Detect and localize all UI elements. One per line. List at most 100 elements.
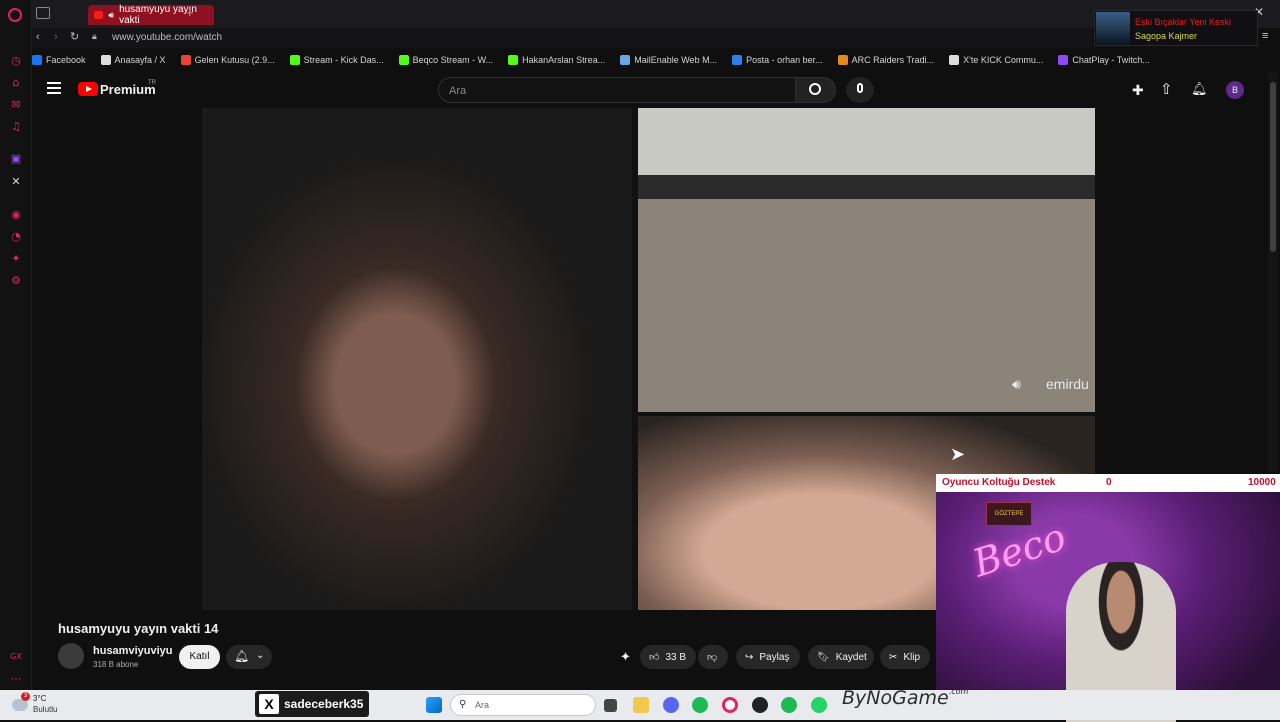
share-label: Paylaş [759,651,790,663]
bookmark-favicon-icon [100,55,111,65]
settings-icon[interactable]: ⚙ [8,272,24,288]
music-icon[interactable]: ♫ [8,118,24,134]
bookmark-item[interactable]: Anasayfa / X [100,55,166,65]
bookmark-label: Facebook [46,55,86,65]
bookmark-item[interactable]: ChatPlay - Twitch... [1058,55,1150,65]
hamburger-menu-icon[interactable] [47,82,61,94]
forward-icon[interactable]: › [54,31,58,43]
bookmark-label: Stream - Kick Das... [303,55,384,65]
thumbs-down-icon: 👎︎ [707,652,718,663]
bookmark-item[interactable]: Stream - Kick Das... [289,55,384,65]
bookmark-label: Gelen Kutusu (2.9... [194,55,275,65]
channel-name[interactable]: husamviyuviyu [93,645,172,657]
bookmark-favicon-icon [398,55,409,65]
stream-social-tag: X sadeceberk35 [255,691,369,717]
tab-title: husamyuyu yayın vakti [119,4,197,26]
opera-logo-icon[interactable] [8,8,22,22]
goztepe-sign: GÖZTEPE [986,502,1032,526]
search-input[interactable]: Ara [438,77,796,103]
search-icon [809,83,821,95]
join-button[interactable]: Katıl [179,645,220,669]
shopping-icon[interactable]: ⌂ [8,74,24,90]
taskbar-search-input[interactable]: ⚲ Ara [450,694,596,716]
now-playing-widget[interactable]: Eski Bıçaklar Yeni Keski Sagopa Kajmer [1094,10,1258,46]
bookmark-item[interactable]: Posta - orhan ber... [732,55,823,65]
spotify-alt-icon[interactable] [781,697,797,713]
save-button[interactable]: 🔖︎ Kaydet [808,645,874,669]
chevron-down-icon: ⌄ [256,650,265,661]
dislike-button[interactable]: 👎︎ [698,645,728,669]
subscription-bell-button[interactable]: 🔔︎ ⌄ [226,645,272,669]
tab-menu-icon[interactable] [36,7,50,19]
extensions-icon[interactable]: ✦ [8,250,24,266]
bookmark-item[interactable]: MailEnable Web M... [620,55,717,65]
like-button[interactable]: 👍︎ 33 B [640,645,696,669]
account-avatar[interactable]: B [1226,81,1244,99]
bookmark-item[interactable]: ARC Raiders Tradi... [837,55,934,65]
weather-temperature[interactable]: 3°C [33,694,46,703]
bookmark-item[interactable]: Facebook [32,55,86,65]
clip-button[interactable]: ✂ Klip [880,645,930,669]
weather-description[interactable]: Bulutlu [33,705,57,714]
video-frame-streamer [202,108,632,610]
channel-avatar[interactable] [58,643,84,669]
bookmark-icon: 🔖︎ [817,651,830,663]
bookmark-favicon-icon [949,55,960,65]
bookmark-item[interactable]: Gelen Kutusu (2.9... [180,55,275,65]
page-scrollbar[interactable] [1268,72,1278,472]
reload-icon[interactable]: ↻ [70,30,79,43]
browser-menu-icon[interactable]: ≡ [1262,30,1268,42]
voice-search-button[interactable] [846,77,874,103]
history-icon[interactable]: ◔ [8,228,24,244]
discord-icon[interactable] [663,697,679,713]
scissors-icon: ✂ [889,651,898,663]
back-icon[interactable]: ‹ [36,31,40,43]
now-playing-artist: Sagopa Kajmer [1135,31,1198,41]
scrollbar-thumb[interactable] [1270,82,1276,252]
taskbar-search-placeholder: Ara [475,700,490,710]
bookmark-label: HakanArslan Strea... [522,55,606,65]
weather-notification-badge: 3 [21,692,30,701]
speed-dial-icon[interactable]: ◷ [8,52,24,68]
share-icon: ↪ [745,651,754,663]
player-icon[interactable]: ◉ [8,206,24,222]
upload-icon[interactable]: ⇧ [1160,80,1173,98]
video-title: husamyuyu yayın vakti 14 [58,621,219,636]
bookmarks-bar: Facebook Anasayfa / X Gelen Kutusu (2.9...… [32,50,1280,70]
bookmark-item[interactable]: HakanArslan Strea... [508,55,605,65]
goal-current: 0 [1106,477,1112,488]
clip-label: Klip [903,651,921,663]
notifications-bell-icon[interactable]: 🔔︎ [1191,81,1208,97]
microphone-icon [857,83,863,93]
obs-icon[interactable] [752,697,768,713]
create-icon[interactable]: ✚ [1132,82,1144,99]
youtube-logo-icon[interactable] [78,82,98,96]
lock-icon: 🔒︎ [92,31,97,41]
bookmark-label: Anasayfa / X [114,55,166,65]
spotify-icon[interactable] [692,697,708,713]
twitch-icon[interactable]: ▣ [8,150,24,166]
browser-sidebar: ◷ ⌂ ✉ ♫ ▣ ✕ ◉ ◔ ✦ ⚙ GX ⋯ [0,0,32,690]
url-field[interactable]: www.youtube.com/watch [112,32,222,43]
windows-start-icon[interactable] [426,697,442,713]
x-icon[interactable]: ✕ [8,173,24,189]
share-button[interactable]: ↪ Paylaş [736,645,800,669]
bookmark-item[interactable]: Beqco Stream - W... [398,55,493,65]
whatsapp-icon[interactable] [811,697,827,713]
more-icon[interactable]: ⋯ [8,670,24,686]
task-view-icon[interactable] [604,699,617,712]
address-bar: ‹ › ↻ 🔒︎ www.youtube.com/watch [32,28,1092,48]
sparkle-ask-icon[interactable]: ✦ [620,649,631,665]
album-art [1096,12,1130,45]
new-tab-icon[interactable]: + [186,5,194,20]
bookmark-item[interactable]: X'te KICK Commu... [949,55,1043,65]
speaker-icon: 🔊︎ [108,9,115,20]
search-button[interactable] [796,77,836,103]
bookmark-favicon-icon [180,55,191,65]
opera-icon[interactable] [722,697,738,713]
messenger-icon[interactable]: ✉ [8,96,24,112]
gx-icon[interactable]: GX [8,648,24,664]
tab-active[interactable]: 🔊︎ husamyuyu yayın vakti [88,4,214,26]
webcam-overlay: GÖZTEPE Beco [936,492,1280,722]
file-explorer-icon[interactable] [633,697,649,713]
